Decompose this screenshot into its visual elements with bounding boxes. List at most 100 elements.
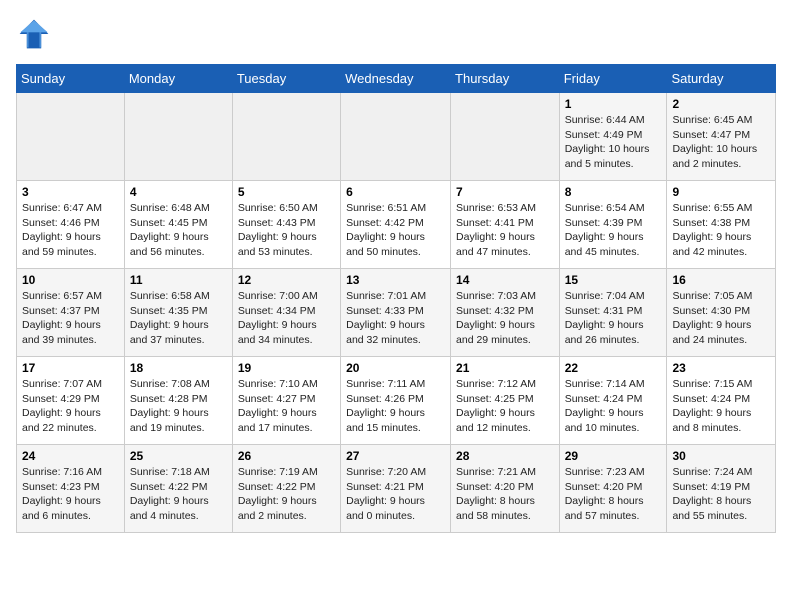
day-info: Sunrise: 6:55 AM Sunset: 4:38 PM Dayligh… (672, 201, 770, 260)
day-number: 28 (456, 449, 554, 463)
day-number: 18 (130, 361, 227, 375)
calendar-cell: 15 Sunrise: 7:04 AM Sunset: 4:31 PM Dayli… (559, 269, 667, 357)
calendar-cell: 28 Sunrise: 7:21 AM Sunset: 4:20 PM Dayli… (451, 445, 560, 533)
calendar-cell (232, 93, 340, 181)
day-info: Sunrise: 6:47 AM Sunset: 4:46 PM Dayligh… (22, 201, 119, 260)
day-info: Sunrise: 6:54 AM Sunset: 4:39 PM Dayligh… (565, 201, 662, 260)
calendar-week-2: 3 Sunrise: 6:47 AM Sunset: 4:46 PM Daylig… (17, 181, 776, 269)
day-number: 21 (456, 361, 554, 375)
day-number: 7 (456, 185, 554, 199)
day-number: 16 (672, 273, 770, 287)
calendar-cell: 20 Sunrise: 7:11 AM Sunset: 4:26 PM Dayli… (341, 357, 451, 445)
calendar-cell: 2 Sunrise: 6:45 AM Sunset: 4:47 PM Daylig… (667, 93, 776, 181)
header (16, 16, 776, 52)
day-info: Sunrise: 7:19 AM Sunset: 4:22 PM Dayligh… (238, 465, 335, 524)
day-number: 24 (22, 449, 119, 463)
day-info: Sunrise: 6:53 AM Sunset: 4:41 PM Dayligh… (456, 201, 554, 260)
day-info: Sunrise: 6:45 AM Sunset: 4:47 PM Dayligh… (672, 113, 770, 172)
day-info: Sunrise: 6:48 AM Sunset: 4:45 PM Dayligh… (130, 201, 227, 260)
calendar-cell: 5Sunrise: 6:50 AM Sunset: 4:43 PM Daylig… (232, 181, 340, 269)
calendar-week-1: 1 Sunrise: 6:44 AM Sunset: 4:49 PM Daylig… (17, 93, 776, 181)
calendar-cell: 1 Sunrise: 6:44 AM Sunset: 4:49 PM Daylig… (559, 93, 667, 181)
calendar-cell: 29 Sunrise: 7:23 AM Sunset: 4:20 PM Dayli… (559, 445, 667, 533)
day-info: Sunrise: 7:15 AM Sunset: 4:24 PM Dayligh… (672, 377, 770, 436)
calendar-cell: 25Sunrise: 7:18 AM Sunset: 4:22 PM Dayli… (124, 445, 232, 533)
calendar-cell: 4 Sunrise: 6:48 AM Sunset: 4:45 PM Daylig… (124, 181, 232, 269)
day-info: Sunrise: 7:24 AM Sunset: 4:19 PM Dayligh… (672, 465, 770, 524)
day-info: Sunrise: 7:14 AM Sunset: 4:24 PM Dayligh… (565, 377, 662, 436)
day-info: Sunrise: 6:44 AM Sunset: 4:49 PM Dayligh… (565, 113, 662, 172)
day-number: 2 (672, 97, 770, 111)
calendar-cell (124, 93, 232, 181)
day-number: 10 (22, 273, 119, 287)
day-number: 29 (565, 449, 662, 463)
day-number: 26 (238, 449, 335, 463)
day-info: Sunrise: 7:03 AM Sunset: 4:32 PM Dayligh… (456, 289, 554, 348)
day-info: Sunrise: 7:07 AM Sunset: 4:29 PM Dayligh… (22, 377, 119, 436)
day-number: 8 (565, 185, 662, 199)
calendar-cell: 18 Sunrise: 7:08 AM Sunset: 4:28 PM Dayli… (124, 357, 232, 445)
day-number: 15 (565, 273, 662, 287)
day-info: Sunrise: 7:01 AM Sunset: 4:33 PM Dayligh… (346, 289, 445, 348)
col-header-thursday: Thursday (451, 65, 560, 93)
calendar-week-5: 24 Sunrise: 7:16 AM Sunset: 4:23 PM Dayli… (17, 445, 776, 533)
day-number: 1 (565, 97, 662, 111)
calendar-cell: 14 Sunrise: 7:03 AM Sunset: 4:32 PM Dayli… (451, 269, 560, 357)
day-number: 3 (22, 185, 119, 199)
day-info: Sunrise: 6:57 AM Sunset: 4:37 PM Dayligh… (22, 289, 119, 348)
day-number: 30 (672, 449, 770, 463)
calendar-cell: 9 Sunrise: 6:55 AM Sunset: 4:38 PM Daylig… (667, 181, 776, 269)
day-number: 13 (346, 273, 445, 287)
day-number: 6 (346, 185, 445, 199)
calendar-cell: 10 Sunrise: 6:57 AM Sunset: 4:37 PM Dayli… (17, 269, 125, 357)
day-info: Sunrise: 7:04 AM Sunset: 4:31 PM Dayligh… (565, 289, 662, 348)
day-info: Sunrise: 7:11 AM Sunset: 4:26 PM Dayligh… (346, 377, 445, 436)
day-info: Sunrise: 6:51 AM Sunset: 4:42 PM Dayligh… (346, 201, 445, 260)
day-number: 17 (22, 361, 119, 375)
calendar-cell: 13 Sunrise: 7:01 AM Sunset: 4:33 PM Dayli… (341, 269, 451, 357)
calendar-week-3: 10 Sunrise: 6:57 AM Sunset: 4:37 PM Dayli… (17, 269, 776, 357)
day-number: 23 (672, 361, 770, 375)
day-number: 9 (672, 185, 770, 199)
day-info: Sunrise: 7:20 AM Sunset: 4:21 PM Dayligh… (346, 465, 445, 524)
calendar-cell: 3 Sunrise: 6:47 AM Sunset: 4:46 PM Daylig… (17, 181, 125, 269)
calendar-cell: 24 Sunrise: 7:16 AM Sunset: 4:23 PM Dayli… (17, 445, 125, 533)
calendar-cell: 22 Sunrise: 7:14 AM Sunset: 4:24 PM Dayli… (559, 357, 667, 445)
logo (16, 16, 56, 52)
calendar-cell: 23 Sunrise: 7:15 AM Sunset: 4:24 PM Dayli… (667, 357, 776, 445)
logo-icon (16, 16, 52, 52)
day-number: 20 (346, 361, 445, 375)
calendar-cell (451, 93, 560, 181)
calendar-cell: 17 Sunrise: 7:07 AM Sunset: 4:29 PM Dayli… (17, 357, 125, 445)
day-info: Sunrise: 7:00 AM Sunset: 4:34 PM Dayligh… (238, 289, 335, 348)
calendar-cell (341, 93, 451, 181)
day-info: Sunrise: 7:12 AM Sunset: 4:25 PM Dayligh… (456, 377, 554, 436)
calendar-cell: 30 Sunrise: 7:24 AM Sunset: 4:19 PM Dayli… (667, 445, 776, 533)
col-header-friday: Friday (559, 65, 667, 93)
calendar-cell: 7 Sunrise: 6:53 AM Sunset: 4:41 PM Daylig… (451, 181, 560, 269)
day-info: Sunrise: 7:16 AM Sunset: 4:23 PM Dayligh… (22, 465, 119, 524)
day-number: 14 (456, 273, 554, 287)
day-number: 22 (565, 361, 662, 375)
calendar-cell: 16Sunrise: 7:05 AM Sunset: 4:30 PM Dayli… (667, 269, 776, 357)
col-header-wednesday: Wednesday (341, 65, 451, 93)
calendar: SundayMondayTuesdayWednesdayThursdayFrid… (16, 64, 776, 533)
day-number: 27 (346, 449, 445, 463)
day-info: Sunrise: 7:10 AM Sunset: 4:27 PM Dayligh… (238, 377, 335, 436)
calendar-cell: 21 Sunrise: 7:12 AM Sunset: 4:25 PM Dayli… (451, 357, 560, 445)
day-info: Sunrise: 7:23 AM Sunset: 4:20 PM Dayligh… (565, 465, 662, 524)
calendar-cell: 19Sunrise: 7:10 AM Sunset: 4:27 PM Dayli… (232, 357, 340, 445)
calendar-cell: 11 Sunrise: 6:58 AM Sunset: 4:35 PM Dayli… (124, 269, 232, 357)
calendar-cell: 12Sunrise: 7:00 AM Sunset: 4:34 PM Dayli… (232, 269, 340, 357)
calendar-week-4: 17 Sunrise: 7:07 AM Sunset: 4:29 PM Dayli… (17, 357, 776, 445)
day-number: 25 (130, 449, 227, 463)
day-info: Sunrise: 7:21 AM Sunset: 4:20 PM Dayligh… (456, 465, 554, 524)
calendar-cell (17, 93, 125, 181)
day-number: 4 (130, 185, 227, 199)
day-info: Sunrise: 6:58 AM Sunset: 4:35 PM Dayligh… (130, 289, 227, 348)
calendar-cell: 26 Sunrise: 7:19 AM Sunset: 4:22 PM Dayli… (232, 445, 340, 533)
calendar-cell: 6 Sunrise: 6:51 AM Sunset: 4:42 PM Daylig… (341, 181, 451, 269)
calendar-cell: 27 Sunrise: 7:20 AM Sunset: 4:21 PM Dayli… (341, 445, 451, 533)
day-number: 11 (130, 273, 227, 287)
day-info: Sunrise: 7:08 AM Sunset: 4:28 PM Dayligh… (130, 377, 227, 436)
